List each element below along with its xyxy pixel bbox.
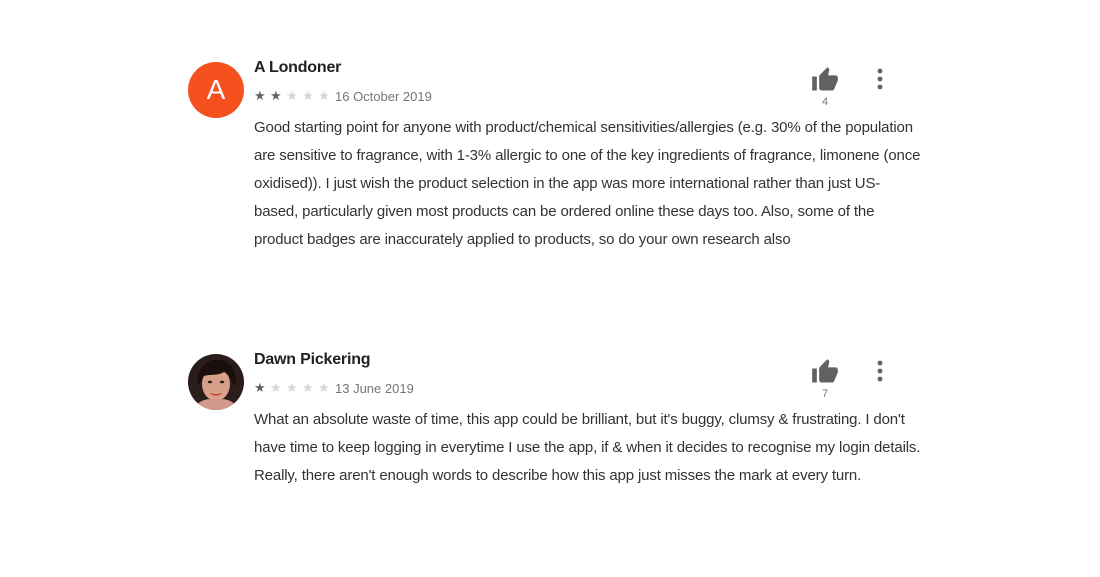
review-date: 13 June 2019	[335, 380, 414, 396]
star-icon: ★	[286, 88, 298, 103]
review-text: Good starting point for anyone with prod…	[254, 119, 921, 248]
review-actions: 4	[810, 66, 900, 116]
more-vert-icon[interactable]	[872, 66, 888, 92]
star-icon: ★	[318, 380, 330, 395]
review-text: What an absolute waste of time, this app…	[254, 411, 921, 484]
helpful-count: 7	[821, 388, 829, 400]
star-rating: ★ ★ ★ ★ ★	[254, 381, 334, 395]
review-date: 16 October 2019	[335, 88, 432, 104]
star-icon: ★	[286, 380, 298, 395]
star-icon: ★	[302, 88, 314, 103]
review-actions: 7	[810, 358, 900, 408]
star-icon: ★	[254, 380, 266, 395]
star-rating: ★ ★ ★ ★ ★	[254, 89, 334, 103]
star-icon: ★	[302, 380, 314, 395]
star-icon: ★	[254, 88, 266, 103]
avatar: A	[188, 62, 244, 118]
helpful-count: 4	[821, 96, 829, 108]
star-icon: ★	[318, 88, 330, 103]
thumb-up-icon[interactable]	[810, 66, 840, 94]
more-vert-icon[interactable]	[872, 358, 888, 384]
star-icon: ★	[270, 380, 282, 395]
thumb-up-icon[interactable]	[810, 358, 840, 386]
star-icon: ★	[270, 88, 282, 103]
avatar	[188, 354, 244, 410]
